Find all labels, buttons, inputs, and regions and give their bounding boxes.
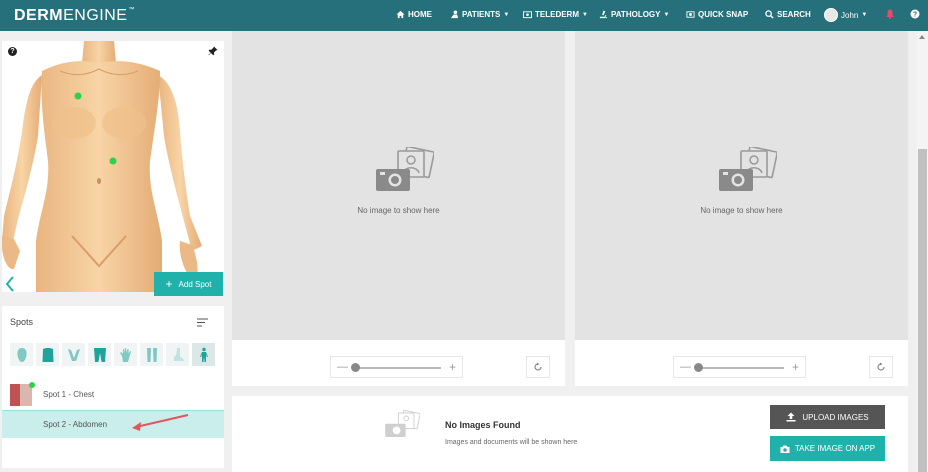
- nav-home[interactable]: HOME: [396, 10, 432, 19]
- upload-icon: [786, 412, 796, 422]
- help-icon: ?: [910, 9, 920, 19]
- zoom-handle[interactable]: [694, 363, 703, 372]
- lower-legs-icon[interactable]: [140, 343, 163, 366]
- zoom-slider[interactable]: — +: [673, 356, 806, 378]
- photos-placeholder-icon: [719, 147, 777, 191]
- add-spot-button[interactable]: + Add Spot: [154, 272, 223, 296]
- search-icon: [765, 10, 774, 19]
- upload-images-button[interactable]: UPLOAD IMAGES: [770, 405, 885, 429]
- zoom-in-icon[interactable]: +: [792, 360, 799, 374]
- rotate-button[interactable]: [869, 356, 893, 378]
- spots-title: Spots: [10, 317, 34, 327]
- photos-placeholder-icon: [385, 409, 420, 437]
- page-scrollbar[interactable]: [917, 31, 928, 472]
- avatar: [824, 8, 838, 22]
- neck-icon[interactable]: [62, 343, 85, 366]
- spot-list-item[interactable]: Spot 2 - Abdomen: [2, 410, 224, 438]
- rotate-button[interactable]: [526, 356, 550, 378]
- patients-icon: [450, 10, 459, 19]
- image-viewer-left: No image to show here — +: [232, 31, 565, 386]
- chevron-down-icon: ▼: [503, 11, 510, 18]
- legs-icon[interactable]: [88, 343, 111, 366]
- chevron-down-icon: ▼: [663, 11, 670, 18]
- scroll-thumb[interactable]: [918, 149, 927, 472]
- upload-panel: No Images Found Images and documents wil…: [232, 396, 908, 472]
- nav-search[interactable]: SEARCH: [765, 10, 811, 19]
- top-navbar: DERMENGINE™ HOME PATIENTS ▼ TELEDERM ▼ P…: [0, 0, 928, 31]
- region-filter-bar: [10, 343, 215, 366]
- svg-text:?: ?: [913, 12, 917, 19]
- image-viewer-right: No image to show here — +: [575, 31, 908, 386]
- telederm-icon: [523, 11, 532, 19]
- no-images-title: No Images Found: [445, 420, 521, 430]
- scroll-up-arrow[interactable]: [919, 35, 925, 39]
- home-icon: [396, 10, 405, 19]
- zoom-handle[interactable]: [351, 363, 360, 372]
- hand-icon[interactable]: [114, 343, 137, 366]
- zoom-in-icon[interactable]: +: [449, 360, 456, 374]
- camera-icon: [780, 445, 790, 453]
- empty-state-text: No image to show here: [700, 206, 783, 215]
- nav-user-menu[interactable]: John ▼: [824, 8, 867, 22]
- microscope-icon: [599, 10, 608, 19]
- zoom-track[interactable]: [698, 367, 784, 369]
- spot-status-dot: [29, 382, 35, 388]
- nav-pathology[interactable]: PATHOLOGY ▼: [599, 10, 669, 19]
- back-chevron-icon[interactable]: [4, 275, 16, 293]
- nav-quick-snap[interactable]: QUICK SNAP: [686, 10, 748, 19]
- empty-state-text: No image to show here: [357, 206, 440, 215]
- app-logo[interactable]: DERMENGINE™: [14, 7, 135, 25]
- head-icon[interactable]: [10, 343, 33, 366]
- nav-help[interactable]: ?: [910, 9, 920, 19]
- spots-panel: Spots Spot 1 - Chest Spot 2 - Abdomen: [2, 306, 224, 468]
- spot-thumbnail: [10, 384, 32, 406]
- no-images-subtitle: Images and documents will be shown here: [445, 439, 578, 446]
- full-body-icon[interactable]: [192, 343, 215, 366]
- body-map[interactable]: ?: [2, 41, 224, 292]
- image-area: No image to show here: [575, 31, 908, 340]
- photos-placeholder-icon: [376, 147, 434, 191]
- left-panel: ? + Add Spot Spots Spot 1 - Chest Spot 2…: [0, 31, 228, 472]
- camera-icon: [686, 11, 695, 18]
- chevron-down-icon: ▼: [861, 12, 868, 18]
- zoom-out-icon[interactable]: —: [680, 361, 691, 373]
- bell-icon: [886, 9, 894, 19]
- rotate-icon: [877, 362, 885, 371]
- foot-icon[interactable]: [166, 343, 189, 366]
- body-model: [2, 41, 202, 292]
- rotate-icon: [534, 362, 542, 371]
- nav-notifications[interactable]: [885, 9, 895, 19]
- zoom-out-icon[interactable]: —: [337, 361, 348, 373]
- sort-icon[interactable]: [197, 318, 208, 327]
- zoom-track[interactable]: [355, 367, 441, 369]
- annotation-arrow: [132, 414, 189, 431]
- nav-patients[interactable]: PATIENTS ▼: [450, 10, 509, 19]
- take-image-on-app-button[interactable]: TAKE IMAGE ON APP: [770, 436, 885, 461]
- zoom-slider[interactable]: — +: [330, 356, 463, 378]
- torso-icon[interactable]: [36, 343, 59, 366]
- image-area: No image to show here: [232, 31, 565, 340]
- chevron-down-icon: ▼: [582, 11, 588, 18]
- nav-telederm[interactable]: TELEDERM ▼: [523, 10, 588, 19]
- spot-list-item[interactable]: Spot 1 - Chest: [2, 380, 224, 408]
- plus-icon: +: [165, 277, 173, 291]
